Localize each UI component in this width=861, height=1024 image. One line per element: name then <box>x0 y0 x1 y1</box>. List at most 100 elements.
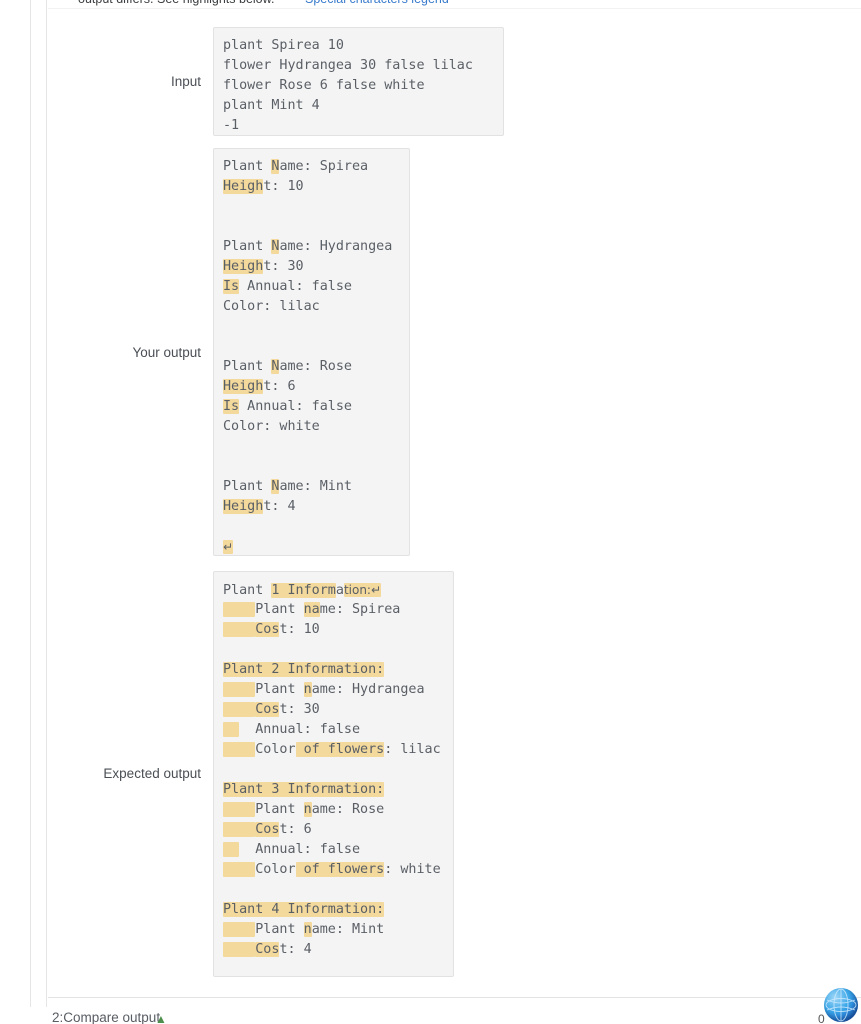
diff-highlight: Is <box>223 279 240 294</box>
browser-globe-icon[interactable] <box>824 988 858 1022</box>
tab-compare-output[interactable]: 2:Compare output <box>52 1010 160 1024</box>
diff-highlight <box>223 802 256 817</box>
diff-highlight <box>223 702 256 717</box>
code-line: ↵ <box>223 537 399 555</box>
diff-highlight <box>223 602 256 617</box>
code-text: ame: Rose <box>311 802 385 817</box>
code-text: Plant <box>255 602 304 617</box>
code-line: Plant name: Spirea <box>223 600 443 620</box>
diff-highlight: Is <box>223 399 240 414</box>
diff-highlight <box>223 822 256 837</box>
code-line: Plant name: Hydrangea <box>223 680 443 700</box>
code-line: Height: 10 <box>223 177 399 197</box>
code-line: Color of flowers: white <box>223 860 443 880</box>
code-line: flower Hydrangea 30 false lilac <box>223 58 473 73</box>
code-text: ame: Mint <box>311 922 385 937</box>
code-line: Annual: false <box>223 840 443 860</box>
compare-output-panel: output differs. See highlights below. Sp… <box>0 0 861 1024</box>
diff-highlight: na <box>303 602 320 617</box>
expected-output-label: Expected output <box>103 766 201 781</box>
diff-highlight: Heigh <box>223 259 264 274</box>
code-text: Plant <box>223 359 272 374</box>
code-text: Plant <box>255 922 304 937</box>
diff-highlight <box>223 922 256 937</box>
code-text: Annual: false <box>239 842 361 857</box>
code-line: Plant 3 Information: <box>223 780 443 800</box>
code-text: Plant <box>223 583 272 598</box>
diff-highlight <box>223 742 256 757</box>
diff-highlight: Plant 2 Information: <box>223 662 385 677</box>
code-line: Cost: 30 <box>223 700 443 720</box>
code-text: Plant <box>223 479 272 494</box>
top-divider <box>48 8 861 9</box>
code-line: Plant name: Rose <box>223 800 443 820</box>
code-text: ame: Spirea <box>279 159 369 174</box>
code-text: t: 4 <box>279 942 312 957</box>
code-text: Plant <box>223 239 272 254</box>
diff-highlight: Cos <box>255 942 280 957</box>
compare-output-status-icon: ▲ <box>155 1012 167 1024</box>
diff-highlight <box>223 622 256 637</box>
code-line: Is Annual: false <box>223 277 399 297</box>
special-characters-legend-link[interactable]: Special characters legend <box>305 0 449 6</box>
diff-highlight <box>223 842 240 857</box>
code-text: Plant <box>255 802 304 817</box>
code-text: ame: Mint <box>279 479 352 494</box>
code-text: : white <box>384 862 441 877</box>
code-line: Cost: 10 <box>223 620 443 640</box>
code-line: -1 <box>223 118 240 133</box>
code-line: Height: 4 <box>223 497 399 517</box>
code-line: plant Spirea 10 <box>223 38 344 53</box>
code-line: Height: 30 <box>223 257 399 277</box>
code-text: t: 6 <box>279 822 312 837</box>
your-output-code-box: Plant Name: Spirea Height: 10 Plant Name:… <box>213 148 410 556</box>
code-text: t: 10 <box>263 179 304 194</box>
code-text: me: Spirea <box>319 602 401 617</box>
diff-highlight: ↵ <box>223 540 234 554</box>
code-text: Color <box>255 742 296 757</box>
code-text: Annual: false <box>239 722 361 737</box>
code-line: flower Rose 6 false white <box>223 78 425 93</box>
code-text: Plant <box>255 682 304 697</box>
code-line: Plant 1 Information:↵ <box>223 580 443 600</box>
diff-highlight <box>223 722 240 737</box>
diff-highlight: Heigh <box>223 179 264 194</box>
code-line: Plant Name: Rose <box>223 357 399 377</box>
diff-highlight: Heigh <box>223 499 264 514</box>
code-line: Color: white <box>223 417 399 437</box>
code-text: Color: lilac <box>223 299 320 314</box>
input-code-box: plant Spirea 10 flower Hydrangea 30 false… <box>213 27 504 136</box>
bottom-divider <box>48 997 861 998</box>
corner-number: 0 <box>818 1012 825 1024</box>
code-text: Annual: false <box>239 399 352 414</box>
diff-highlight: Cos <box>255 622 280 637</box>
code-text: Annual: false <box>239 279 352 294</box>
code-text: t: 30 <box>263 259 304 274</box>
diff-highlight: Cos <box>255 822 280 837</box>
diff-highlight <box>223 942 256 957</box>
code-line: Is Annual: false <box>223 397 399 417</box>
code-text: ame: Rose <box>279 359 352 374</box>
code-line: Plant Name: Spirea <box>223 157 399 177</box>
code-text: t: 6 <box>263 379 296 394</box>
code-line: Plant Name: Hydrangea <box>223 237 399 257</box>
code-line: Cost: 6 <box>223 820 443 840</box>
diff-highlight: 1 Inform <box>271 583 336 598</box>
code-text: t: 30 <box>279 702 320 717</box>
diff-highlight <box>223 862 256 877</box>
code-line: Annual: false <box>223 720 443 740</box>
code-line: Cost: 4 <box>223 940 443 960</box>
diff-highlight: n <box>303 922 312 937</box>
diff-highlight: Cos <box>255 702 280 717</box>
code-text: Color <box>255 862 296 877</box>
code-text: Plant <box>223 159 272 174</box>
code-text: Color: white <box>223 419 320 434</box>
diff-status-message: output differs. See highlights below. <box>78 0 274 6</box>
code-text: : lilac <box>384 742 441 757</box>
